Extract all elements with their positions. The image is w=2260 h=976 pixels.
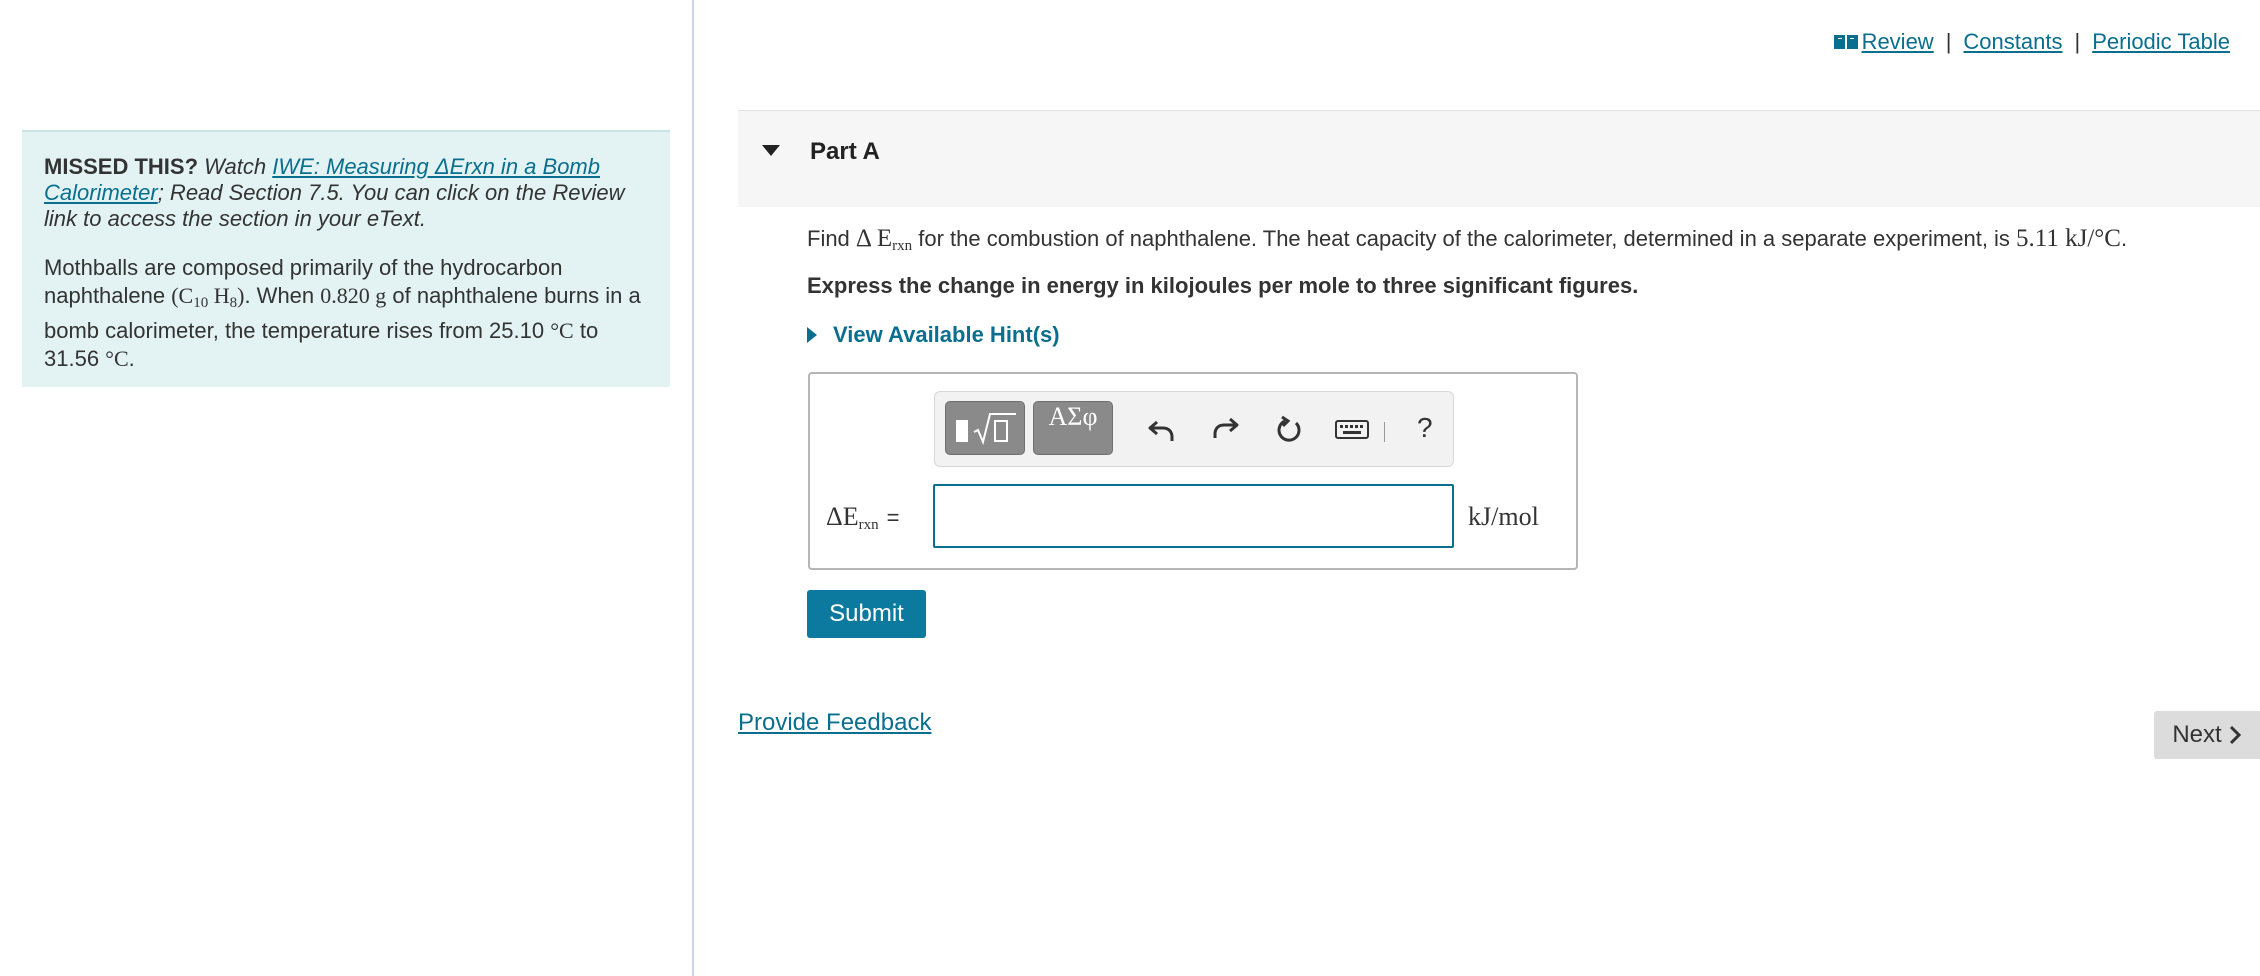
part-header[interactable]: Part A xyxy=(738,110,2260,207)
periodic-table-link[interactable]: Periodic Table xyxy=(2092,29,2230,55)
book-icon xyxy=(1833,35,1858,49)
keyboard-icon[interactable] xyxy=(1335,414,1369,444)
equals-sign: = xyxy=(886,505,900,530)
answer-unit: kJ/mol xyxy=(1468,502,1539,531)
templates-button[interactable] xyxy=(945,401,1025,455)
view-hints-label: View Available Hint(s) xyxy=(833,322,1060,347)
question-body: for the combustion of naphthalene. The h… xyxy=(912,226,2017,251)
link-separator: | xyxy=(2074,29,2081,54)
answer-label: ΔErxn = xyxy=(826,502,899,534)
redo-icon[interactable] xyxy=(1210,414,1240,444)
help-button[interactable]: ? xyxy=(1417,412,1433,444)
formula-h: H xyxy=(208,283,230,308)
next-label: Next xyxy=(2172,721,2222,748)
delta-e: Δ E xyxy=(855,225,893,252)
constants-link[interactable]: Constants xyxy=(1963,29,2062,55)
heat-capacity: 5.11 kJ/°C xyxy=(2016,225,2121,252)
question-end: . xyxy=(2120,226,2128,251)
missed-label: MISSED THIS? xyxy=(44,154,199,179)
mass-value: 0.820 g xyxy=(320,283,387,308)
answer-delta-e: ΔE xyxy=(826,502,859,531)
question-find: Find xyxy=(807,226,856,251)
rxn-sub: rxn xyxy=(892,238,913,254)
link-separator: | xyxy=(1945,29,1952,54)
symbols-button[interactable]: ΑΣφ xyxy=(1033,401,1113,455)
delta-e-rxn: Δ Erxn xyxy=(855,225,913,254)
view-hints-toggle[interactable]: View Available Hint(s) xyxy=(807,322,1060,348)
caret-right-icon xyxy=(807,327,817,343)
missed-this-panel: MISSED THIS? Watch IWE: Measuring ΔErxn … xyxy=(22,130,670,387)
provide-feedback-link[interactable]: Provide Feedback xyxy=(738,709,931,737)
toolbar-separator xyxy=(1384,422,1385,442)
chevron-right-icon xyxy=(2229,725,2241,745)
review-link[interactable]: Review xyxy=(1862,29,1934,55)
reset-icon[interactable] xyxy=(1274,414,1304,444)
top-links: Review | Constants | Periodic Table xyxy=(1833,29,2230,55)
formula: (C10 H8) xyxy=(171,283,244,311)
problem-statement: Mothballs are composed primarily of the … xyxy=(44,254,648,373)
formula-h-sub: 8 xyxy=(229,295,238,311)
temp-unit: °C xyxy=(550,318,574,343)
part-title: Part A xyxy=(810,138,880,165)
question-text: Find Δ Erxn for the combustion of naphth… xyxy=(807,225,2127,255)
missed-this-text: MISSED THIS? Watch IWE: Measuring ΔErxn … xyxy=(44,154,648,232)
formula-c-sub: 10 xyxy=(193,295,209,311)
answer-input[interactable] xyxy=(933,484,1454,548)
math-toolbar: ΑΣφ ? xyxy=(934,391,1454,467)
answer-rxn-sub: rxn xyxy=(858,517,879,533)
problem-text: . When xyxy=(244,283,321,308)
panel-divider xyxy=(692,0,694,976)
next-button[interactable]: Next xyxy=(2154,711,2260,759)
collapse-caret-icon[interactable] xyxy=(762,145,780,156)
watch-text: Watch xyxy=(204,154,267,179)
undo-icon[interactable] xyxy=(1147,414,1177,444)
problem-text: . xyxy=(128,346,135,371)
submit-button[interactable]: Submit xyxy=(807,590,926,638)
templates-icon xyxy=(956,413,1016,446)
temp-unit: °C xyxy=(105,346,129,371)
instruction-text: Express the change in energy in kilojoul… xyxy=(807,273,1639,298)
formula-c: (C xyxy=(171,283,194,308)
